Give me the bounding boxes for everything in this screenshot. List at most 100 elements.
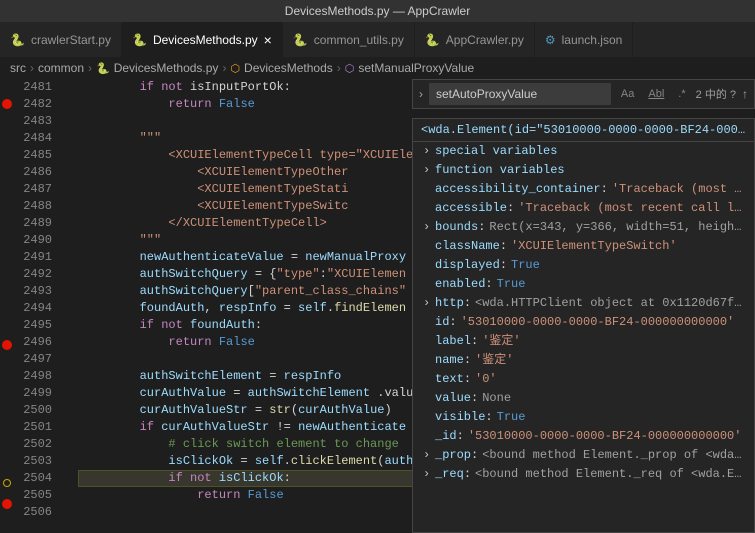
line-number: 2486 xyxy=(14,164,52,181)
debug-variable-row[interactable]: text: '0' xyxy=(413,370,754,389)
chevron-right-icon xyxy=(423,314,435,331)
tab-launch-json[interactable]: launch.json xyxy=(535,22,633,57)
match-case-icon[interactable]: Aa xyxy=(617,86,638,102)
chevron-right-icon[interactable]: › xyxy=(423,466,435,483)
breadcrumb: src›common›DevicesMethods.py›DevicesMeth… xyxy=(0,57,755,79)
debug-variable-row[interactable]: ›_prop: <bound method Element._prop of <… xyxy=(413,446,754,465)
close-icon[interactable] xyxy=(264,32,272,48)
debug-key: label xyxy=(435,333,471,350)
chevron-right-icon[interactable]: › xyxy=(423,143,435,160)
debug-variable-row[interactable]: value: None xyxy=(413,389,754,408)
breadcrumb-item[interactable]: DevicesMethods.py xyxy=(114,61,219,75)
debug-hover-panel: <wda.Element(id="53010000-0000-0000-BF24… xyxy=(412,118,755,533)
breadcrumb-item[interactable]: DevicesMethods xyxy=(244,61,333,75)
debug-value: '鉴定' xyxy=(482,333,520,350)
chevron-right-icon xyxy=(423,257,435,274)
line-number: 2483 xyxy=(14,113,52,130)
chevron-right-icon xyxy=(423,409,435,426)
tab-label: DevicesMethods.py xyxy=(153,33,258,47)
debug-variable-row[interactable]: name: '鉴定' xyxy=(413,351,754,370)
debug-key: name xyxy=(435,352,464,369)
debug-variable-row[interactable]: ›_req: <bound method Element._req of <wd… xyxy=(413,465,754,484)
debug-variable-row[interactable]: enabled: True xyxy=(413,275,754,294)
debug-variable-row[interactable]: ›http: <wda.HTTPClient object at 0x1120d… xyxy=(413,294,754,313)
tab-bar: crawlerStart.py DevicesMethods.py common_u… xyxy=(0,22,755,57)
chevron-right-icon xyxy=(423,428,435,445)
line-number: 2491 xyxy=(14,249,52,266)
chevron-right-icon[interactable]: › xyxy=(423,162,435,179)
chevron-right-icon: › xyxy=(222,61,226,75)
debug-variable-row[interactable]: ›function variables xyxy=(413,161,754,180)
debug-value: True xyxy=(497,276,526,293)
fold-gutter[interactable] xyxy=(62,79,78,533)
debug-variable-row[interactable]: displayed: True xyxy=(413,256,754,275)
search-expand-icon[interactable]: › xyxy=(419,87,423,101)
debug-value: '53010000-0000-0000-BF24-000000000000' xyxy=(468,428,742,445)
line-number: 2487 xyxy=(14,181,52,198)
debug-variable-row[interactable]: accessible: 'Traceback (most recent call… xyxy=(413,199,754,218)
line-number: 2485 xyxy=(14,147,52,164)
line-number: 2498 xyxy=(14,368,52,385)
debug-variable-row[interactable]: accessibility_container: 'Traceback (mos… xyxy=(413,180,754,199)
py-icon xyxy=(132,33,147,47)
breadcrumb-item[interactable]: common xyxy=(38,61,84,75)
chevron-right-icon xyxy=(423,238,435,255)
debug-value: '53010000-0000-0000-BF24-000000000000' xyxy=(461,314,735,331)
search-results-count: 2 中的 ? xyxy=(696,86,736,102)
prev-match-icon[interactable]: ↑ xyxy=(742,87,748,101)
debug-value: <bound method Element._prop of <wda… xyxy=(482,447,741,464)
debug-value: None xyxy=(482,390,511,407)
chevron-right-icon xyxy=(423,181,435,198)
search-widget: › Aa Abl .* 2 中的 ? ↑ xyxy=(412,79,755,109)
debug-variable-row[interactable]: className: 'XCUIElementTypeSwitch' xyxy=(413,237,754,256)
tab-AppCrawler-py[interactable]: AppCrawler.py xyxy=(415,22,535,57)
line-number: 2489 xyxy=(14,215,52,232)
debug-key: displayed xyxy=(435,257,500,274)
debug-key: visible xyxy=(435,409,485,426)
line-number: 2497 xyxy=(14,351,52,368)
debug-variable-row[interactable]: ›bounds: Rect(x=343, y=366, width=51, he… xyxy=(413,218,754,237)
line-number: 2484 xyxy=(14,130,52,147)
tab-label: crawlerStart.py xyxy=(31,33,111,47)
debug-variable-row[interactable]: visible: True xyxy=(413,408,754,427)
line-number: 2493 xyxy=(14,283,52,300)
regex-icon[interactable]: .* xyxy=(674,86,689,102)
chevron-right-icon[interactable]: › xyxy=(423,295,435,312)
breakpoint-icon[interactable] xyxy=(2,99,12,109)
chevron-right-icon[interactable]: › xyxy=(423,447,435,464)
chevron-right-icon[interactable]: › xyxy=(423,219,435,236)
debug-variable-row[interactable]: _id: '53010000-0000-0000-BF24-0000000000… xyxy=(413,427,754,446)
tab-DevicesMethods-py[interactable]: DevicesMethods.py xyxy=(122,22,283,57)
breakpoint-icon[interactable] xyxy=(2,340,12,350)
debug-key: _prop xyxy=(435,447,471,464)
window-title: DevicesMethods.py — AppCrawler xyxy=(0,0,755,22)
debug-variable-row[interactable]: label: '鉴定' xyxy=(413,332,754,351)
line-number: 2492 xyxy=(14,266,52,283)
debug-key: value xyxy=(435,390,471,407)
py-icon xyxy=(96,61,110,75)
breadcrumb-item[interactable]: setManualProxyValue xyxy=(358,61,474,75)
json-icon xyxy=(545,33,556,47)
debug-variable-row[interactable]: ›special variables xyxy=(413,142,754,161)
debug-hover-body[interactable]: ›special variables›function variablesacc… xyxy=(413,142,754,484)
debug-key: id xyxy=(435,314,449,331)
debug-value: <bound method Element._req of <wda.E… xyxy=(475,466,741,483)
debug-value: True xyxy=(511,257,540,274)
tab-common_utils-py[interactable]: common_utils.py xyxy=(283,22,415,57)
chevron-right-icon xyxy=(423,200,435,217)
debug-key: enabled xyxy=(435,276,485,293)
chevron-right-icon xyxy=(423,352,435,369)
search-input[interactable] xyxy=(429,83,611,105)
whole-word-icon[interactable]: Abl xyxy=(644,86,668,102)
breadcrumb-item[interactable]: src xyxy=(10,61,26,75)
breakpoint-outline-icon[interactable] xyxy=(3,479,11,487)
debug-value: '0' xyxy=(475,371,497,388)
breakpoint-gutter[interactable] xyxy=(0,79,14,533)
debug-value: <wda.HTTPClient object at 0x1120d67f… xyxy=(475,295,741,312)
debug-key: text xyxy=(435,371,464,388)
tab-crawlerStart-py[interactable]: crawlerStart.py xyxy=(0,22,122,57)
chevron-right-icon: › xyxy=(337,61,341,75)
debug-variable-row[interactable]: id: '53010000-0000-0000-BF24-00000000000… xyxy=(413,313,754,332)
chevron-right-icon: › xyxy=(88,61,92,75)
breakpoint-icon[interactable] xyxy=(2,499,12,509)
